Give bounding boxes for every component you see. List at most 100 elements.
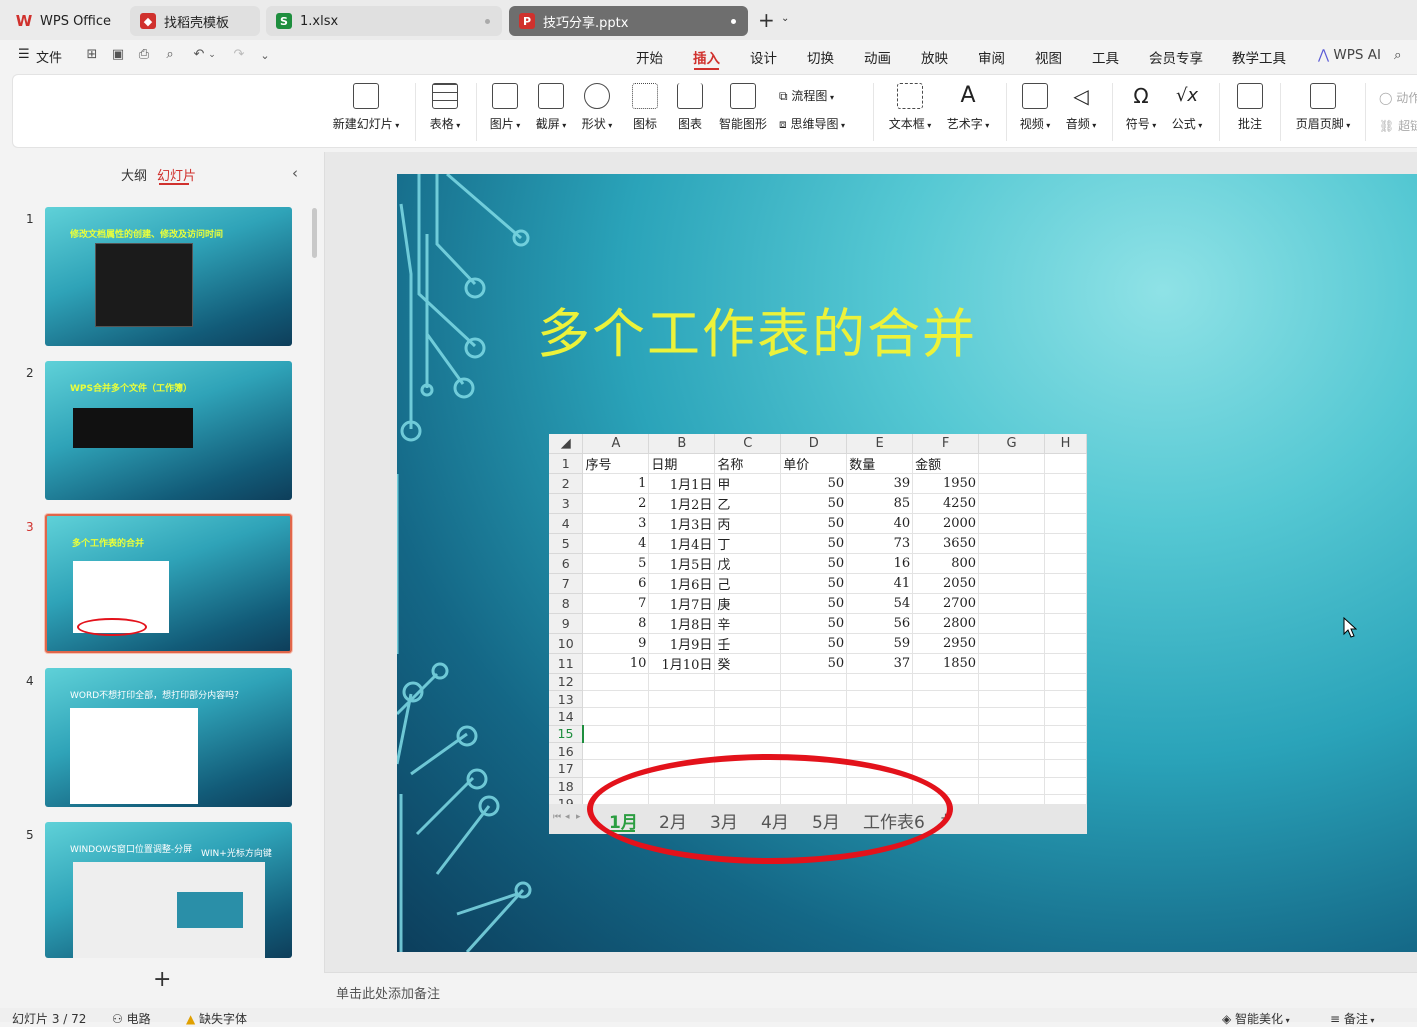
cell[interactable] [1044, 613, 1088, 634]
cell[interactable]: 1850 [912, 653, 980, 674]
cell[interactable]: 1月4日 [648, 533, 716, 554]
cell[interactable]: 名称 [714, 453, 782, 474]
slide-thumbnail-1[interactable]: 修改文档属性的创建、修改及访问时间 [45, 207, 292, 346]
cell[interactable]: 丙 [714, 513, 782, 534]
audio-button[interactable]: ◁ 音频 ▾ [1062, 83, 1100, 132]
cell[interactable] [978, 553, 1045, 574]
row-header[interactable]: 4 [549, 513, 584, 534]
cell[interactable]: 50 [780, 473, 848, 494]
cell[interactable] [1044, 573, 1088, 594]
row-header[interactable]: 9 [549, 613, 584, 634]
cell[interactable] [978, 613, 1045, 634]
screenshot-button[interactable]: 截屏 ▾ [532, 83, 570, 132]
cell[interactable]: 16 [846, 553, 914, 574]
cell[interactable]: 1月2日 [648, 493, 716, 514]
cell[interactable]: 1月9日 [648, 633, 716, 654]
column-header[interactable]: F [912, 434, 980, 454]
cell[interactable]: 2800 [912, 613, 980, 634]
column-header[interactable]: B [648, 434, 716, 454]
row-header[interactable]: 2 [549, 473, 584, 494]
cell[interactable]: 50 [780, 513, 848, 534]
cell[interactable]: 3650 [912, 533, 980, 554]
redo-icon[interactable]: ↷ [231, 47, 247, 63]
cell[interactable]: 6 [582, 573, 650, 594]
wordart-button[interactable]: A 艺术字 ▾ [943, 83, 993, 132]
menu-tab-review[interactable]: 审阅 [978, 47, 1005, 67]
cell[interactable]: 1月7日 [648, 593, 716, 614]
symbol-button[interactable]: Ω 符号 ▾ [1122, 83, 1160, 132]
cell[interactable]: 800 [912, 553, 980, 574]
chevron-down-icon[interactable]: ⌄ [207, 50, 217, 66]
cell[interactable]: 金额 [912, 453, 980, 474]
cell[interactable]: 50 [780, 593, 848, 614]
picture-button[interactable]: 图片 ▾ [486, 83, 524, 132]
row-header[interactable]: 6 [549, 553, 584, 574]
formula-button[interactable]: √x 公式 ▾ [1168, 83, 1206, 132]
new-file-icon[interactable]: ⊞ [84, 47, 100, 63]
row-header[interactable]: 1 [549, 453, 584, 474]
chevron-down-icon[interactable]: ⌄ [781, 13, 789, 24]
cell[interactable] [978, 573, 1045, 594]
cell[interactable]: 癸 [714, 653, 782, 674]
wps-ai-button[interactable]: ⋀ WPS AI [1318, 47, 1381, 63]
more-chevron-icon[interactable]: ⌄ [257, 49, 273, 65]
tab-wps-office[interactable]: W WPS Office [6, 6, 124, 36]
cell[interactable]: 85 [846, 493, 914, 514]
cell[interactable] [978, 593, 1045, 614]
cell[interactable]: 41 [846, 573, 914, 594]
menu-tab-home[interactable]: 开始 [636, 47, 663, 67]
smart-shape-button[interactable]: 智能图形 [718, 83, 768, 132]
column-header[interactable]: A [582, 434, 650, 454]
cell[interactable]: 2950 [912, 633, 980, 654]
cell[interactable]: 庚 [714, 593, 782, 614]
cell[interactable] [1044, 553, 1088, 574]
cell[interactable]: 日期 [648, 453, 716, 474]
cell[interactable] [978, 633, 1045, 654]
menu-tab-member[interactable]: 会员专享 [1149, 47, 1203, 67]
cell[interactable]: 丁 [714, 533, 782, 554]
search-icon[interactable]: ⌕ [1394, 47, 1402, 63]
save-icon[interactable]: ▣ [110, 47, 126, 63]
cell[interactable] [1044, 593, 1088, 614]
column-header[interactable]: H [1044, 434, 1088, 454]
row-header[interactable]: 12 [549, 673, 584, 691]
cell[interactable]: 1950 [912, 473, 980, 494]
cell[interactable]: 9 [582, 633, 650, 654]
row-header[interactable]: 17 [549, 759, 584, 778]
cell[interactable]: 50 [780, 553, 848, 574]
cell[interactable]: 50 [780, 653, 848, 674]
comment-button[interactable]: 批注 [1235, 83, 1265, 132]
cell[interactable] [1044, 493, 1088, 514]
file-menu[interactable]: 文件 [36, 47, 62, 66]
cell[interactable]: 戊 [714, 553, 782, 574]
add-slide-plus-icon[interactable]: + [153, 967, 171, 992]
missing-fonts-button[interactable]: ▲ 缺失字体 [186, 1010, 247, 1027]
cell[interactable] [1044, 533, 1088, 554]
cell[interactable]: 54 [846, 593, 914, 614]
cell[interactable] [1044, 453, 1088, 474]
cell[interactable]: 甲 [714, 473, 782, 494]
new-slide-button[interactable]: 新建幻灯片 ▾ [330, 83, 402, 132]
menu-tab-slideshow[interactable]: 放映 [921, 47, 948, 67]
first-sheet-icon[interactable]: ⏮ [553, 812, 561, 822]
row-header[interactable]: 10 [549, 633, 584, 654]
select-all-corner[interactable]: ◢ [549, 434, 584, 454]
cell[interactable]: 4250 [912, 493, 980, 514]
cell[interactable]: 50 [780, 493, 848, 514]
scrollbar-thumb[interactable] [312, 208, 317, 258]
collapse-panel-icon[interactable]: ‹ [292, 164, 298, 182]
cell[interactable]: 数量 [846, 453, 914, 474]
status-item-e1[interactable]: ⚇ 电路 [112, 1010, 151, 1027]
slide-thumbnail-5[interactable]: WINDOWS窗口位置调整-分屏 WIN+光标方向键 [45, 822, 292, 958]
cell[interactable]: 50 [780, 613, 848, 634]
row-header[interactable]: 11 [549, 653, 584, 674]
cell[interactable]: 50 [780, 533, 848, 554]
cell[interactable] [978, 453, 1045, 474]
slide-thumbnail-2[interactable]: WPS合并多个文件（工作簿） [45, 361, 292, 500]
row-header[interactable]: 5 [549, 533, 584, 554]
cell[interactable] [1044, 473, 1088, 494]
tab-pptx[interactable]: P 技巧分享.pptx [509, 6, 748, 36]
column-header[interactable]: C [714, 434, 782, 454]
cell[interactable] [978, 513, 1045, 534]
flowchart-button[interactable]: ⧉ 流程图 ▾ [779, 87, 834, 104]
